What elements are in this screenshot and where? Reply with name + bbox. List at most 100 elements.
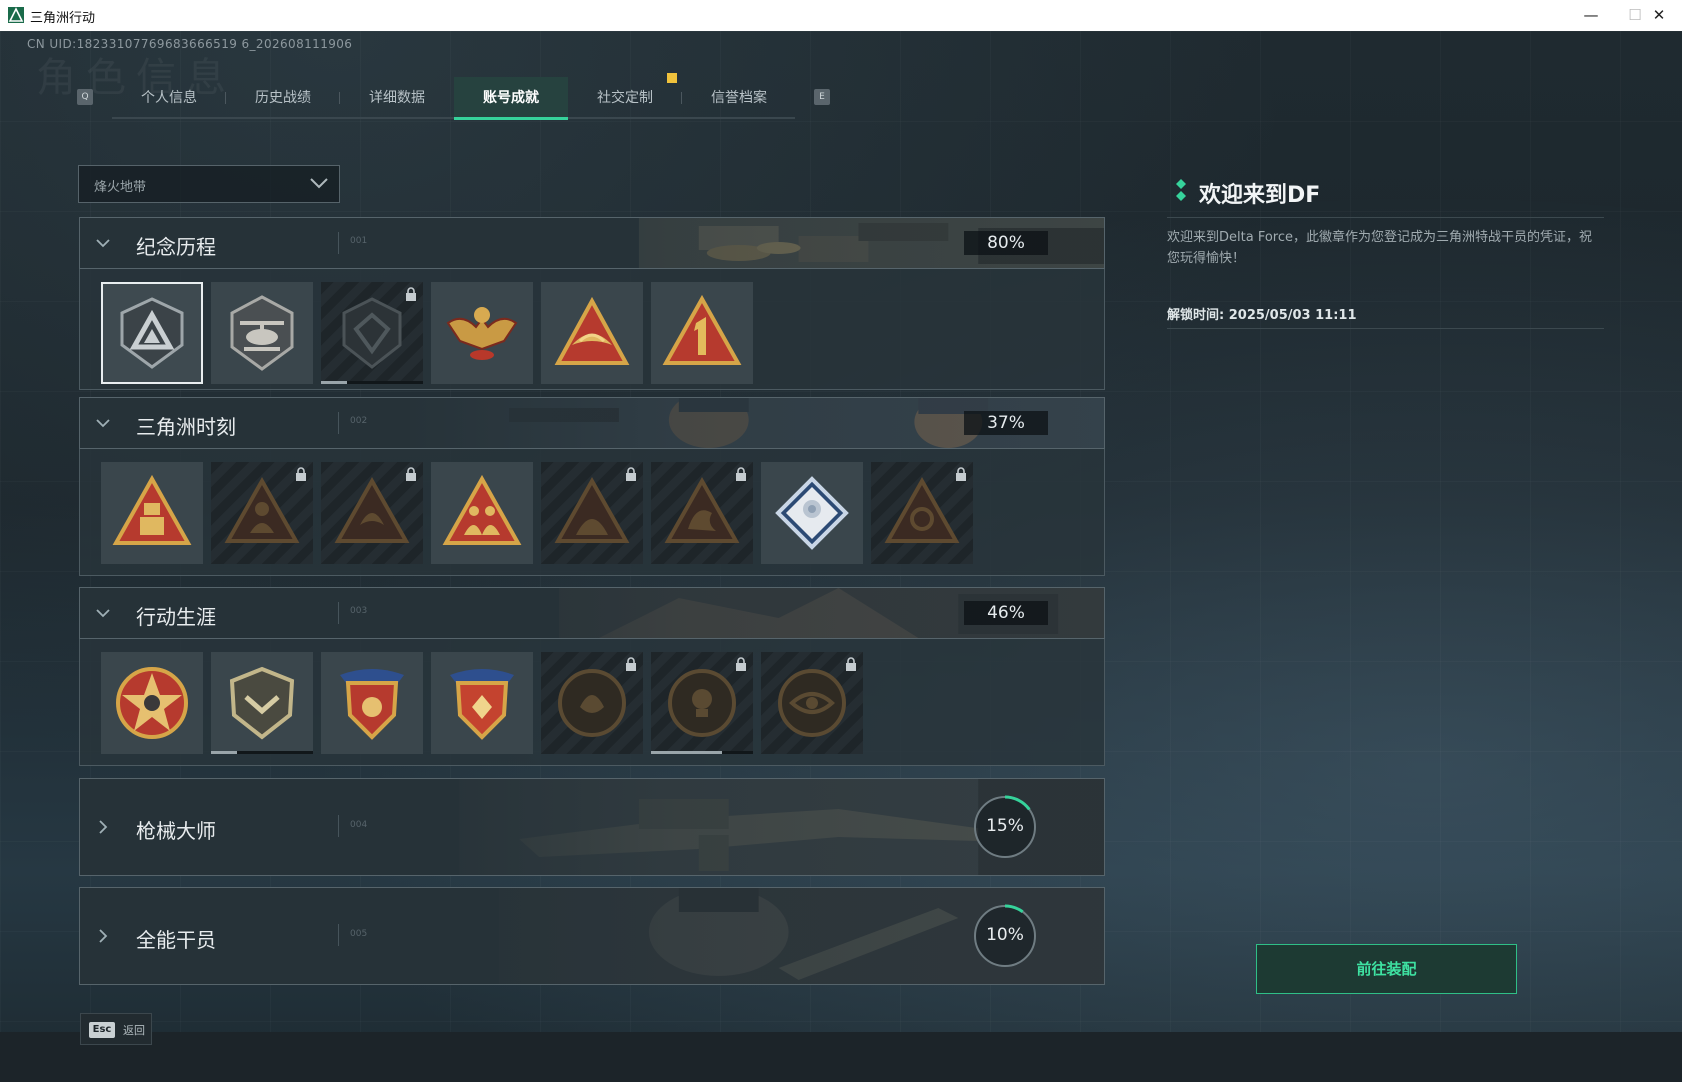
chevron-right-icon bbox=[99, 929, 108, 943]
game-mode-value: 烽火地带 bbox=[94, 180, 147, 195]
divider bbox=[1167, 217, 1604, 218]
section-progress-ring: 15% bbox=[972, 794, 1038, 860]
round-swirl-medal-icon bbox=[558, 669, 626, 737]
badge-diamond-flower[interactable] bbox=[761, 462, 863, 564]
badge-blue-star-shield[interactable] bbox=[321, 652, 423, 754]
lock-icon bbox=[406, 287, 416, 301]
tab-account-achievements[interactable]: 账号成就 bbox=[454, 77, 568, 120]
tab-match-history[interactable]: 历史战绩 bbox=[226, 77, 340, 117]
badge-round-eye[interactable] bbox=[761, 652, 863, 754]
round-skull-medal-icon bbox=[668, 669, 736, 737]
star-skull-medal-icon bbox=[116, 667, 188, 739]
delta-triangle-shield-icon bbox=[120, 297, 184, 369]
section-divider bbox=[338, 815, 339, 837]
section-divider bbox=[338, 232, 339, 254]
chevron-down-icon bbox=[96, 419, 110, 428]
section-progress: 10% bbox=[986, 925, 1024, 945]
triangle-robot-icon bbox=[112, 474, 192, 545]
triangle-wings-icon bbox=[554, 296, 630, 365]
tab-prev-key-hint: Q bbox=[77, 89, 93, 105]
section-code: 003 bbox=[350, 606, 368, 616]
badge-soldiers[interactable] bbox=[541, 462, 643, 564]
app-logo-icon bbox=[8, 7, 24, 23]
tab-personal-info[interactable]: 个人信息 bbox=[112, 77, 226, 117]
triangle-swirl-icon bbox=[334, 476, 410, 543]
lock-icon bbox=[626, 657, 636, 671]
golden-eagle-wings-icon bbox=[446, 307, 518, 360]
tab-reputation-file[interactable]: 信誉档案 bbox=[682, 77, 796, 117]
badge-row bbox=[79, 269, 1105, 390]
badge-operator[interactable] bbox=[211, 462, 313, 564]
badge-star-skull[interactable] bbox=[101, 652, 203, 754]
lock-icon bbox=[736, 467, 746, 481]
section-header[interactable]: 枪械大师 004 15% bbox=[79, 778, 1105, 876]
badge-row bbox=[79, 639, 1105, 766]
section-header[interactable]: 纪念历程 001 80% bbox=[79, 217, 1105, 269]
game-mode-select[interactable]: 烽火地带 bbox=[78, 165, 340, 203]
section-progress: 37% bbox=[964, 411, 1048, 435]
section-header[interactable]: 三角洲时刻 002 37% bbox=[79, 397, 1105, 449]
tab-detailed-data[interactable]: 详细数据 bbox=[340, 77, 454, 117]
blue-star-shield-medal-icon bbox=[340, 669, 404, 740]
banner-shade bbox=[80, 888, 1104, 984]
top-tab-bar: 个人信息 历史战绩 详细数据 账号成就 社交定制 信誉档案 bbox=[112, 77, 796, 120]
section-header[interactable]: 行动生涯 003 46% bbox=[79, 587, 1105, 639]
badge-swirl[interactable] bbox=[321, 462, 423, 564]
chevron-down-icon bbox=[96, 239, 110, 248]
achievement-section-weapon-master: 枪械大师 004 15% bbox=[79, 778, 1105, 876]
section-divider bbox=[338, 924, 339, 946]
back-label: 返回 bbox=[123, 1024, 145, 1037]
badge-dragon[interactable] bbox=[651, 462, 753, 564]
badge-golden-eagle[interactable] bbox=[431, 282, 533, 384]
dark-shield-emblem-icon bbox=[342, 297, 402, 369]
red-star-shield-medal-icon bbox=[450, 669, 514, 740]
section-progress: 46% bbox=[964, 601, 1048, 625]
badge-round-skull[interactable] bbox=[651, 652, 753, 754]
badge-delta-triangle[interactable] bbox=[101, 282, 203, 384]
badge-progress-bar bbox=[211, 751, 237, 754]
lock-icon bbox=[846, 657, 856, 671]
badge-squad[interactable] bbox=[431, 462, 533, 564]
badge-progress-bar bbox=[321, 381, 347, 384]
close-button[interactable]: ✕ bbox=[1636, 0, 1682, 31]
section-title: 全能干员 bbox=[136, 928, 216, 952]
tab-social-customize[interactable]: 社交定制 bbox=[568, 77, 682, 117]
lock-icon bbox=[956, 467, 966, 481]
badge-skull[interactable] bbox=[871, 462, 973, 564]
diamond-flower-icon bbox=[775, 476, 849, 550]
badge-helicopter[interactable] bbox=[211, 282, 313, 384]
triangle-squad-icon bbox=[442, 474, 522, 545]
esc-key-hint: Esc bbox=[89, 1022, 115, 1038]
triangle-soldiers-icon bbox=[554, 476, 630, 543]
notification-dot bbox=[667, 73, 677, 83]
back-button[interactable]: Esc 返回 bbox=[80, 1013, 152, 1045]
banner-shade bbox=[80, 588, 1104, 638]
helicopter-shield-icon bbox=[230, 295, 294, 371]
round-eye-medal-icon bbox=[778, 669, 846, 737]
badge-shield-chevron[interactable] bbox=[211, 652, 313, 754]
badge-round-swirl[interactable] bbox=[541, 652, 643, 754]
badge-robot[interactable] bbox=[101, 462, 203, 564]
window-title: 三角洲行动 bbox=[30, 11, 96, 26]
section-code: 004 bbox=[350, 820, 368, 830]
minimize-button[interactable]: — bbox=[1568, 0, 1614, 31]
section-code: 002 bbox=[350, 416, 368, 426]
section-divider bbox=[338, 412, 339, 434]
badge-number-one[interactable] bbox=[651, 282, 753, 384]
chevron-down-icon bbox=[310, 178, 328, 189]
tab-next-key-hint: E bbox=[814, 89, 830, 105]
triangle-skull-icon bbox=[884, 476, 960, 543]
section-divider bbox=[338, 602, 339, 624]
chevron-down-icon bbox=[96, 609, 110, 618]
badge-red-star-shield[interactable] bbox=[431, 652, 533, 754]
section-title: 三角洲时刻 bbox=[136, 415, 236, 439]
badge-triangle-wings[interactable] bbox=[541, 282, 643, 384]
section-title: 纪念历程 bbox=[136, 235, 216, 259]
chevron-right-icon bbox=[99, 820, 108, 834]
badge-row bbox=[79, 449, 1105, 576]
achievement-section-memorial: 纪念历程 001 80% bbox=[79, 217, 1105, 390]
achievement-section-all-round-operator: 全能干员 005 10% bbox=[79, 887, 1105, 985]
go-equip-button[interactable]: 前往装配 bbox=[1256, 944, 1517, 994]
badge-dark-shield[interactable] bbox=[321, 282, 423, 384]
section-header[interactable]: 全能干员 005 10% bbox=[79, 887, 1105, 985]
